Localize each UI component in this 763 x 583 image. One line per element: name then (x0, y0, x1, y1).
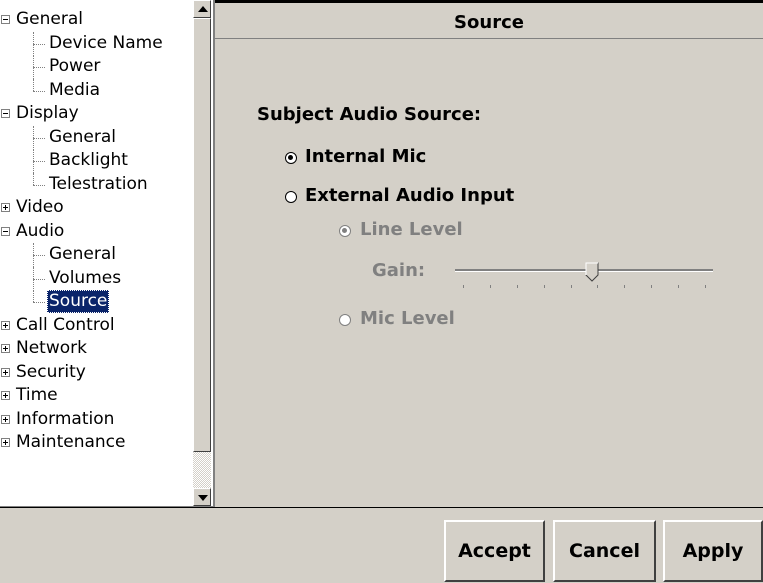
expand-plus-icon[interactable] (1, 391, 10, 400)
tree-item-label: Audio (16, 220, 65, 241)
gain-tick-mark (463, 285, 464, 288)
tree-item-label: Power (49, 56, 101, 76)
tree-item-label: Volumes (49, 267, 122, 288)
tree-item-label: Call Control (16, 314, 115, 335)
tree-item-label: Information (16, 408, 115, 429)
gain-tick-mark (678, 285, 680, 288)
tree-item-label: Time (16, 385, 58, 405)
scrollbar-thumb[interactable] (193, 18, 211, 452)
scroll-down-arrow-icon[interactable] (193, 488, 211, 506)
tree-item[interactable]: Device Name (0, 31, 193, 56)
mic-level-radio[interactable] (339, 314, 351, 326)
internal-mic-label[interactable]: Internal Mic (305, 146, 426, 167)
expand-plus-icon[interactable] (1, 320, 10, 330)
tree-item[interactable]: General (0, 8, 193, 32)
tree-connector (33, 43, 45, 45)
scrollbar-track[interactable] (193, 452, 211, 488)
tree-connector (33, 255, 45, 256)
internal-mic-radio[interactable] (285, 152, 297, 164)
tree-item[interactable]: Source (0, 290, 193, 314)
gain-tick-mark (570, 285, 572, 288)
expand-plus-icon[interactable] (1, 367, 10, 377)
tree-scrollbar[interactable] (193, 0, 211, 506)
tree-item-label: General (49, 126, 116, 147)
gain-tick-mark (543, 285, 545, 288)
tree-item[interactable]: Media (0, 78, 193, 103)
tree-item[interactable]: Power (0, 55, 193, 79)
cancel-button[interactable]: Cancel (553, 520, 656, 582)
gain-tick-mark (489, 285, 491, 288)
tree-item[interactable]: Time (0, 384, 193, 408)
tree-item[interactable]: General (0, 125, 193, 150)
tree-item-label: Security (16, 361, 86, 382)
line-level-label[interactable]: Line Level (360, 219, 463, 240)
expand-plus-icon[interactable] (1, 203, 10, 212)
expand-plus-icon[interactable] (1, 414, 10, 424)
gain-slider-thumb[interactable] (585, 262, 599, 282)
gain-tick-mark (705, 285, 706, 288)
tree-item-label: Display (16, 103, 79, 123)
settings-content-panel: Source Subject Audio Source: Internal Mi… (215, 0, 763, 506)
gain-tick-mark (516, 285, 518, 288)
tree-item-label: Source (47, 290, 110, 313)
mic-level-label[interactable]: Mic Level (360, 308, 455, 329)
tree-item-label: Backlight (49, 150, 128, 170)
tree-item[interactable]: Video (0, 196, 193, 220)
button-bar: Accept Cancel Apply (0, 507, 763, 583)
subject-audio-source-heading: Subject Audio Source: (257, 104, 482, 125)
line-level-radio[interactable] (339, 225, 351, 237)
tree-item-label: Maintenance (16, 432, 126, 452)
tree-items: General Device Name Power Media Display Gener… (0, 8, 193, 455)
collapse-minus-icon[interactable] (1, 109, 10, 118)
tree-connector (33, 67, 45, 68)
page-title: Source (215, 8, 763, 39)
tree-item-label: Network (16, 338, 87, 358)
collapse-minus-icon[interactable] (1, 15, 10, 24)
tree-connector (33, 161, 45, 162)
external-audio-input-radio[interactable] (285, 191, 297, 203)
tree-connector (33, 78, 34, 91)
tree-item[interactable]: Backlight (0, 149, 193, 173)
tree-item[interactable]: Maintenance (0, 431, 193, 455)
tree-connector (33, 278, 45, 280)
tree-item[interactable]: Network (0, 337, 193, 361)
gain-label: Gain: (372, 260, 426, 281)
gain-slider[interactable] (455, 262, 713, 292)
tree-item[interactable]: Information (0, 408, 193, 432)
external-audio-input-label[interactable]: External Audio Input (305, 185, 514, 206)
apply-button[interactable]: Apply (663, 520, 763, 582)
tree-item-label: Telestration (49, 173, 148, 194)
scroll-up-arrow-icon[interactable] (193, 0, 211, 18)
tree-item[interactable]: Volumes (0, 266, 193, 291)
tree-item[interactable]: Call Control (0, 314, 193, 338)
gain-tick-mark (651, 285, 653, 288)
tree-item-label: General (49, 244, 116, 264)
tree-item[interactable]: Audio (0, 220, 193, 244)
tree-item[interactable]: Telestration (0, 172, 193, 197)
tree-item[interactable]: General (0, 243, 193, 267)
expand-plus-icon[interactable] (1, 438, 10, 447)
gain-tick-mark (597, 285, 599, 288)
tree-item-label: Media (49, 79, 101, 100)
collapse-minus-icon[interactable] (1, 226, 10, 236)
tree-item-label: General (16, 9, 83, 29)
tree-connector (33, 302, 45, 303)
tree-connector (33, 184, 45, 186)
tree-item[interactable]: Security (0, 361, 193, 385)
tree-item-label: Video (16, 197, 64, 217)
tree-connector (33, 290, 34, 302)
tree-item-label: Device Name (49, 32, 163, 53)
tree-connector (33, 90, 45, 92)
tree-connector (33, 172, 34, 185)
settings-tree[interactable]: General Device Name Power Media Display Gener… (0, 0, 215, 507)
accept-button[interactable]: Accept (444, 520, 545, 582)
gain-tick-mark (624, 285, 626, 288)
tree-connector (33, 137, 45, 139)
tree-item[interactable]: Display (0, 102, 193, 126)
expand-plus-icon[interactable] (1, 344, 10, 353)
